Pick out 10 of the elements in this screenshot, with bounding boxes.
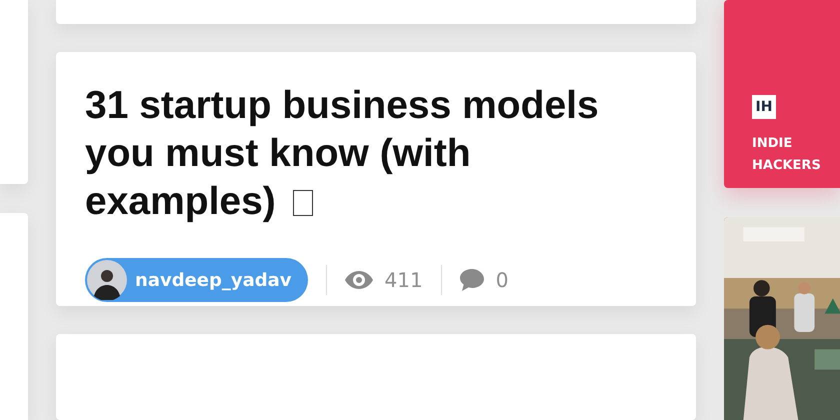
eye-icon (344, 271, 373, 290)
comment-count: 0 (496, 268, 508, 292)
avatar-icon (87, 260, 127, 300)
view-count: 411 (384, 268, 423, 292)
post-title[interactable]: 31 startup business models you must know (with examples) (85, 82, 605, 226)
missing-glyph-icon (293, 190, 313, 216)
sponsor-logo: IH (752, 95, 776, 119)
sponsor-card[interactable]: IH INDIE HACKERS (724, 0, 840, 188)
sponsor-name: INDIE HACKERS (752, 135, 822, 175)
comment-icon (460, 269, 484, 292)
